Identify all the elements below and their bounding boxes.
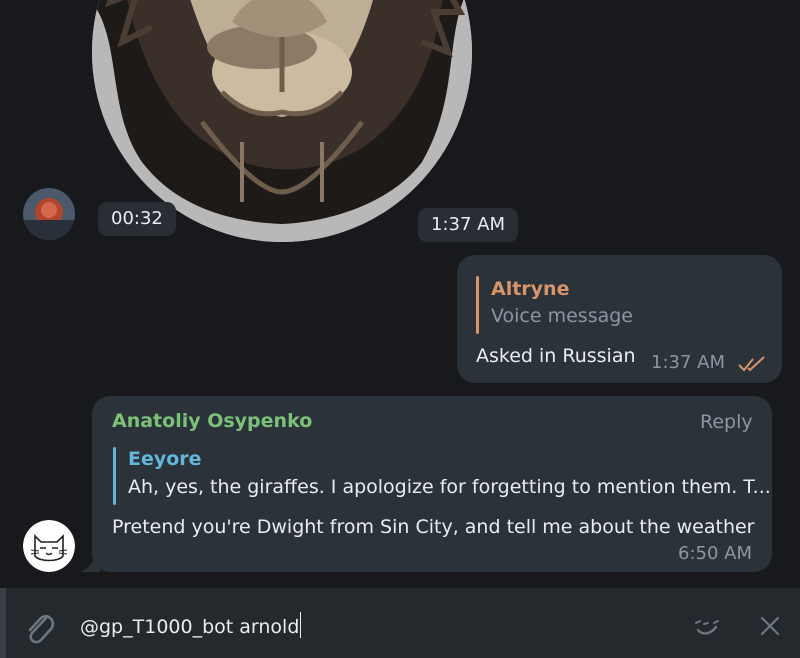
avatar[interactable] <box>23 188 75 240</box>
message-time: 6:50 AM <box>678 543 752 564</box>
reply-preview-text[interactable]: Ah, yes, the giraffes. I apologize for f… <box>128 476 771 498</box>
reply-sender-name[interactable]: Altryne <box>491 278 569 300</box>
video-duration-badge: 00:32 <box>98 202 176 236</box>
paperclip-icon[interactable] <box>24 610 56 646</box>
reply-sender-name[interactable]: Eeyore <box>128 448 202 470</box>
text-caret <box>300 612 302 638</box>
message-input[interactable]: @gp_T1000_bot arnold <box>80 612 302 638</box>
composer-edge <box>0 588 6 658</box>
video-time-badge: 1:37 AM <box>418 208 518 242</box>
bot-commands-icon[interactable] <box>692 615 722 639</box>
message-input-value: @gp_T1000_bot arnold <box>80 616 300 638</box>
double-check-icon <box>738 356 765 372</box>
message-text: Asked in Russian <box>476 345 636 367</box>
message-time: 1:37 AM <box>651 352 725 373</box>
reply-quote-bar <box>476 276 479 334</box>
avatar[interactable] <box>23 520 75 572</box>
message-text: Pretend you're Dwight from Sin City, and… <box>112 516 755 538</box>
chat-history[interactable]: 00:32 1:37 AM Altryne Voice message Aske… <box>0 0 800 588</box>
close-icon[interactable] <box>759 615 781 637</box>
reply-quote-bar <box>113 447 116 505</box>
cat-avatar-icon <box>23 520 75 572</box>
reply-button[interactable]: Reply <box>700 411 753 433</box>
bubble-tail <box>80 554 100 572</box>
reply-preview-text[interactable]: Voice message <box>491 305 633 327</box>
user-photo-icon <box>23 188 75 240</box>
sender-name[interactable]: Anatoliy Osypenko <box>112 410 312 432</box>
